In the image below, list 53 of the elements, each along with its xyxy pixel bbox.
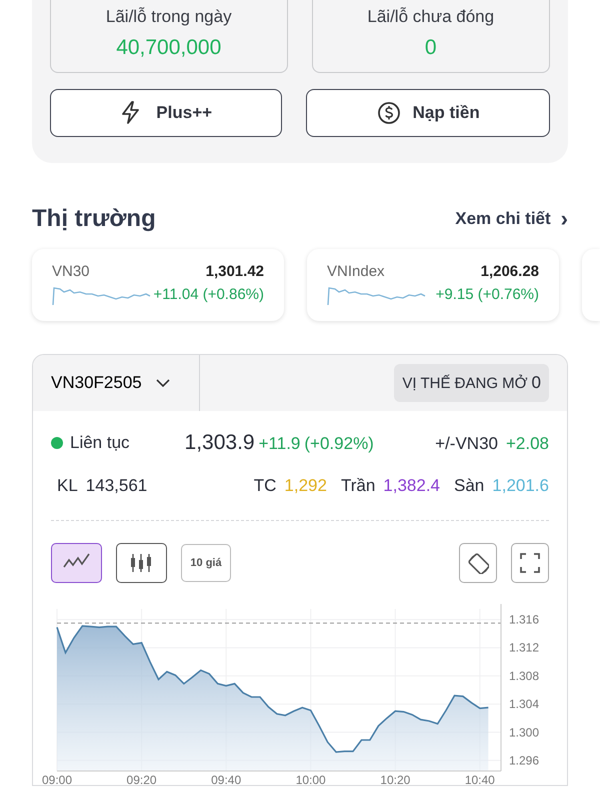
- y-tick-label: 1.304: [509, 697, 540, 712]
- symbol-dropdown[interactable]: VN30F2505: [33, 355, 200, 411]
- chart-type-button[interactable]: [51, 543, 102, 583]
- index-card[interactable]: VNIndex 1,206.28 +9.15 (+0.76%): [307, 249, 559, 321]
- y-tick-label: 1.308: [509, 668, 540, 683]
- x-tick-label: 10:00: [296, 773, 326, 785]
- see-details-link[interactable]: Xem chi tiết ›: [455, 206, 568, 232]
- volume-value: 143,561: [86, 474, 148, 496]
- fullscreen-icon: [519, 552, 541, 574]
- fullscreen-button[interactable]: [511, 543, 549, 583]
- rotate-button[interactable]: [459, 543, 497, 583]
- y-tick-label: 1.296: [509, 753, 540, 768]
- x-tick-label: 09:00: [42, 773, 72, 785]
- last-price: 1,303.9: [184, 430, 255, 456]
- price-level-label: Sàn: [454, 474, 484, 496]
- index-card[interactable]: VN30 1,301.42 +11.04 (+0.86%): [32, 249, 284, 321]
- action-button[interactable]: Plus++: [50, 89, 282, 137]
- x-tick-label: 09:20: [126, 773, 157, 785]
- volume-label: KL: [57, 474, 78, 496]
- price-level-value: 1,382.4: [383, 474, 440, 496]
- depth-button[interactable]: 10 giá: [181, 544, 231, 582]
- dollar-icon: [376, 101, 401, 125]
- y-tick-label: 1.300: [509, 725, 540, 740]
- stat-label: Lãi/lỗ trong ngày: [104, 6, 233, 28]
- price-change-percent: (+0.92%): [304, 433, 374, 455]
- index-change: +9.15 (+0.76%): [436, 284, 539, 304]
- index-price: 1,206.28: [480, 262, 539, 282]
- section-title: Thị trường: [32, 204, 156, 234]
- rotate-screen-icon: [467, 552, 489, 574]
- stat-value: 40,700,000: [115, 34, 222, 60]
- y-tick-label: 1.312: [509, 640, 540, 655]
- price-change: +11.9: [258, 433, 300, 455]
- basis-label: +/-VN30: [435, 433, 498, 455]
- price-level-value: 1,201.6: [492, 474, 549, 496]
- price-level-value: 1,292: [284, 474, 327, 496]
- stat-label: Lãi/lỗ chưa đóng: [366, 6, 496, 28]
- action-button[interactable]: Nạp tiền: [306, 89, 550, 137]
- open-positions-badge: VỊ THẾ ĐANG MỞ 0: [394, 364, 549, 402]
- x-tick-label: 10:40: [464, 773, 495, 785]
- chevron-down-icon: [156, 379, 170, 387]
- price-level-label: Trần: [340, 474, 376, 496]
- session-label: Liên tục: [70, 432, 130, 454]
- chart-type-button[interactable]: [116, 543, 167, 583]
- stat-value: 0: [424, 34, 438, 60]
- x-tick-label: 10:20: [380, 773, 410, 785]
- basis-value: +2.08: [506, 433, 549, 455]
- index-price: 1,301.42: [206, 262, 264, 282]
- y-tick-label: 1.316: [509, 612, 540, 627]
- index-change: +11.04 (+0.86%): [153, 284, 264, 304]
- price-level-label: TC: [254, 474, 276, 496]
- index-name: VNIndex: [327, 262, 385, 282]
- x-tick-label: 09:40: [211, 773, 242, 785]
- index-name: VN30: [52, 262, 90, 282]
